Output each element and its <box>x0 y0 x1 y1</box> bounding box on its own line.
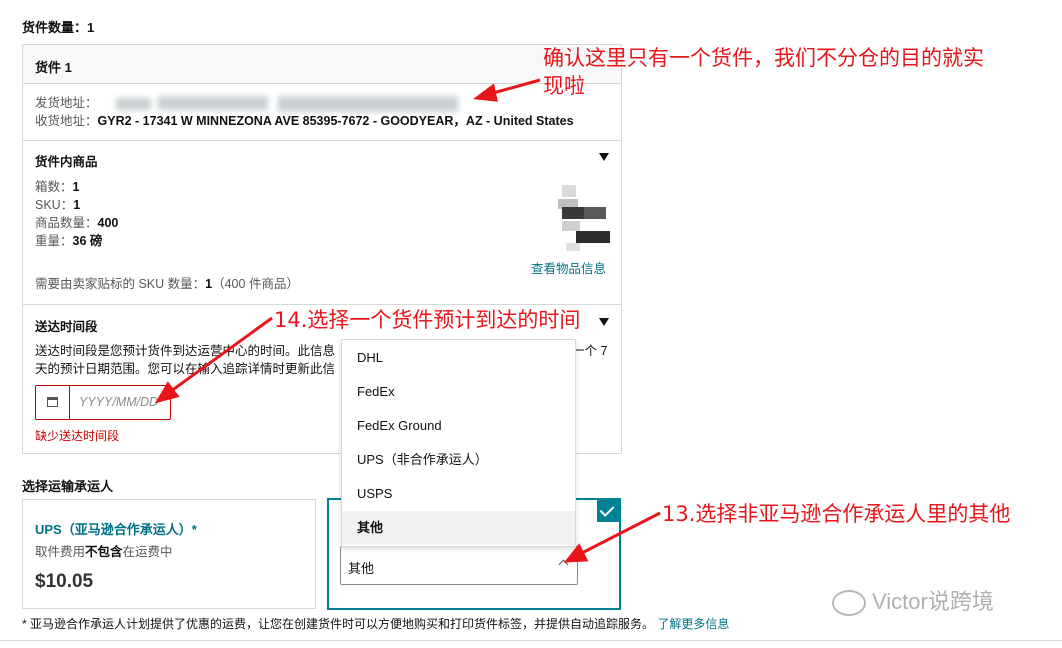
watermark: Victor说跨境 <box>832 586 1032 618</box>
arrow-line <box>166 316 273 396</box>
annotation-13: 13.选择非亚马逊合作承运人里的其他 <box>662 502 1011 526</box>
annotation-14: 14.选择一个货件预计到达的时间 <box>274 306 581 334</box>
arrowhead <box>563 543 589 563</box>
arrowhead <box>473 83 498 102</box>
arrowhead <box>154 381 180 404</box>
arrow-line <box>575 511 661 558</box>
annotation-1: 确认这里只有一个货件，我们不分仓的目的就实 现啦 <box>543 46 984 98</box>
wechat-icon <box>832 590 866 617</box>
